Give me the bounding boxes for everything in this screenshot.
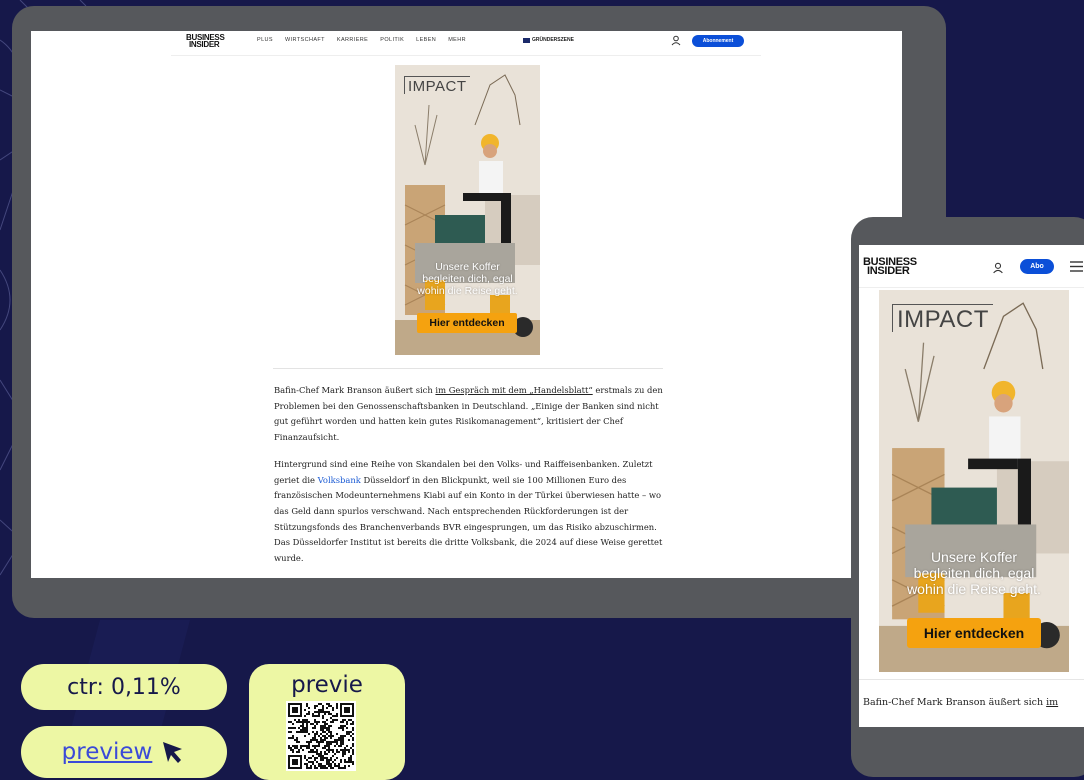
nav-item-plus[interactable]: PLUS	[257, 37, 273, 43]
business-insider-logo[interactable]: BUSINESS INSIDER	[863, 256, 917, 277]
nav-item-mehr[interactable]: MEHR	[448, 37, 466, 43]
article-paragraph: Bafin-Chef Mark Branson äußert sich im G…	[274, 385, 663, 443]
ad-photo	[395, 65, 540, 355]
handelsblatt-link[interactable]: im	[1046, 697, 1058, 708]
ad-cta-button[interactable]: Hier entdecken	[907, 618, 1041, 648]
gruenderszene-link[interactable]: GRÜNDERSZENE	[523, 37, 574, 43]
main-nav: PLUS WIRTSCHAFT KARRIERE POLITIK LEBEN M…	[257, 37, 466, 43]
desktop-preview: BUSINESS INSIDER PLUS WIRTSCHAFT KARRIER…	[31, 31, 902, 578]
impact-ad-banner[interactable]: IMPACT Unsere Koffer begleiten dich, ega…	[879, 290, 1069, 672]
impact-ad-banner[interactable]: IMPACT Unsere Koffer begleiten dich, ega…	[395, 65, 540, 355]
article-body: Bafin-Chef Mark Branson äußert sich im	[863, 697, 1059, 708]
cursor-arrow-icon	[163, 742, 183, 763]
user-icon[interactable]	[992, 262, 1004, 274]
gruenderszene-logo-icon	[523, 37, 530, 43]
preview-button[interactable]: preview	[21, 726, 227, 778]
ad-photo	[879, 290, 1069, 672]
header-divider	[859, 287, 1084, 288]
article-divider	[273, 368, 663, 369]
subscribe-button[interactable]: Abo	[1020, 259, 1054, 274]
impact-logo: IMPACT	[892, 304, 993, 332]
article-body: Bafin-Chef Mark Branson äußert sich im G…	[274, 383, 666, 578]
subscribe-button[interactable]: Abonnement	[692, 35, 744, 47]
site-header: BUSINESS INSIDER PLUS WIRTSCHAFT KARRIER…	[31, 31, 902, 53]
menu-icon[interactable]	[1070, 261, 1083, 272]
user-icon[interactable]	[671, 35, 681, 46]
ad-headline: Unsere Koffer begleiten dich, egal wohin…	[417, 261, 518, 298]
ad-headline: Unsere Koffer begleiten dich, egal wohin…	[907, 549, 1041, 598]
nav-item-karriere[interactable]: KARRIERE	[337, 37, 368, 43]
preview-link[interactable]: preview	[62, 739, 153, 765]
nav-item-leben[interactable]: LEBEN	[416, 37, 436, 43]
nav-item-wirtschaft[interactable]: WIRTSCHAFT	[285, 37, 325, 43]
header-divider	[171, 55, 761, 56]
qr-preview-card[interactable]: previe	[249, 664, 405, 780]
article-paragraph: Hintergrund sind eine Reihe von Skandale…	[274, 458, 663, 564]
volksbank-link[interactable]: Volksbank	[318, 475, 361, 485]
impact-logo: IMPACT	[404, 76, 470, 94]
article-divider	[859, 679, 1084, 680]
ad-cta-button[interactable]: Hier entdecken	[417, 313, 517, 333]
ctr-badge: ctr: 0,11%	[21, 664, 227, 710]
nav-item-politik[interactable]: POLITIK	[380, 37, 404, 43]
qr-code-icon[interactable]	[286, 701, 356, 771]
qr-label: previe	[291, 672, 363, 698]
business-insider-logo[interactable]: BUSINESS INSIDER	[186, 34, 225, 49]
handelsblatt-link[interactable]: im Gespräch mit dem „Handelsblatt“	[435, 385, 592, 395]
